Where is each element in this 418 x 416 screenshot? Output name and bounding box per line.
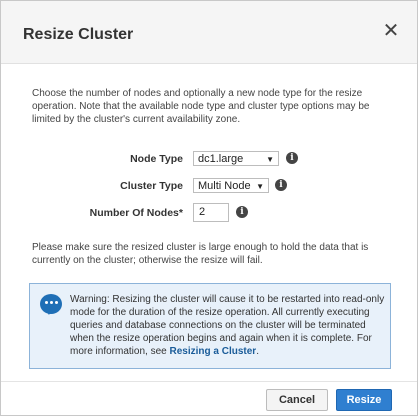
resize-cluster-dialog: Resize Cluster ✕ Choose the number of no…: [0, 0, 418, 416]
node-type-value: dc1.large: [198, 153, 244, 165]
info-icon[interactable]: i: [275, 179, 287, 191]
chevron-down-icon: ▼: [256, 182, 264, 191]
cluster-type-select[interactable]: Multi Node ▼: [193, 178, 269, 193]
cancel-button[interactable]: Cancel: [266, 389, 328, 411]
number-of-nodes-label: Number Of Nodes*: [89, 207, 183, 219]
node-type-select[interactable]: dc1.large ▼: [193, 151, 279, 166]
resize-button[interactable]: Resize: [336, 389, 392, 411]
info-icon[interactable]: i: [286, 152, 298, 164]
info-icon[interactable]: i: [236, 206, 248, 218]
cluster-type-value: Multi Node: [198, 180, 251, 192]
speech-bubble-info-icon: [40, 294, 62, 315]
footer-divider: [1, 381, 417, 382]
resize-note: Please make sure the resized cluster is …: [32, 242, 369, 266]
intro-text: Choose the number of nodes and optionall…: [32, 88, 370, 125]
dialog-header: Resize Cluster ✕: [1, 1, 417, 64]
resizing-a-cluster-link[interactable]: Resizing a Cluster: [170, 346, 257, 357]
warning-period: .: [256, 346, 259, 357]
close-icon[interactable]: ✕: [381, 21, 401, 41]
number-of-nodes-input[interactable]: 2: [193, 203, 229, 222]
node-type-label: Node Type: [130, 153, 183, 165]
warning-text: Warning: Resizing the cluster will cause…: [70, 293, 386, 358]
dialog-title: Resize Cluster: [23, 26, 134, 43]
chevron-down-icon: ▼: [266, 155, 274, 164]
cluster-type-label: Cluster Type: [120, 180, 183, 192]
warning-box: Warning: Resizing the cluster will cause…: [29, 283, 391, 369]
